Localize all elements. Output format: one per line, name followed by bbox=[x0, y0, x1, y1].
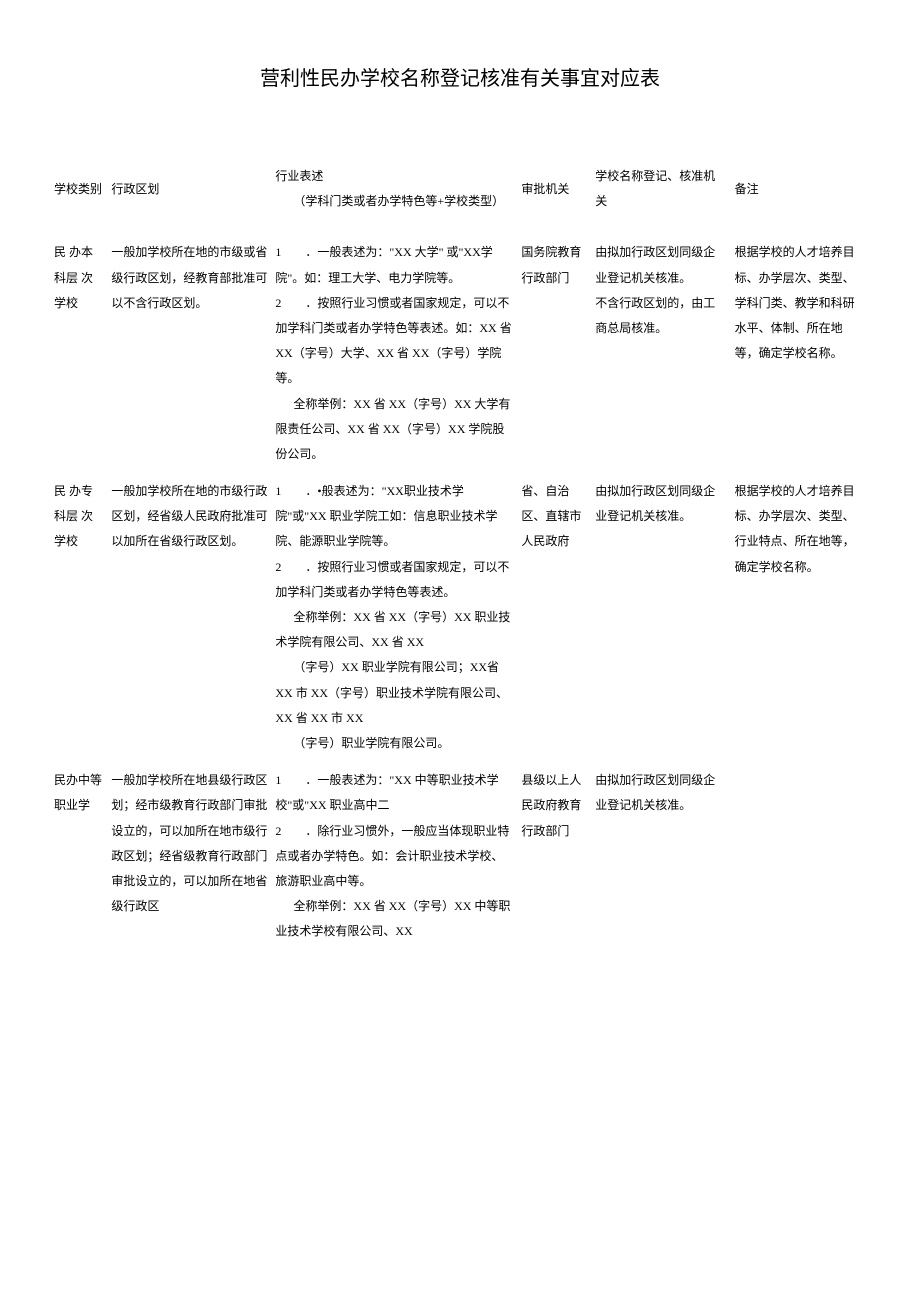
header-category: 学校类别 bbox=[50, 158, 107, 234]
cell-approval: 县级以上人民政府教育行政部门 bbox=[517, 762, 591, 950]
table-row: 民办中等职业学 一般加学校所在地县级行政区划；经市级教育行政部门审批设立的，可以… bbox=[50, 762, 870, 950]
cell-district: 一般加学校所在地县级行政区划；经市级教育行政部门审批设立的，可以加所在地市级行政… bbox=[107, 762, 271, 950]
table-row: 民 办专 科层 次学校 一般加学校所在地的市级行政区划，经省级人民政府批准可以加… bbox=[50, 473, 870, 762]
cell-category: 民 办本 科层 次学校 bbox=[50, 234, 107, 473]
cell-notes bbox=[731, 762, 870, 950]
header-approval: 审批机关 bbox=[517, 158, 591, 234]
cell-industry: 1．•般表述为："XX职业技术学院"或"XX 职业学院工如：信息职业技术学院、能… bbox=[271, 473, 517, 762]
correspondence-table: 学校类别 行政区划 行业表述 （学科门类或者办学特色等+学校类型） 审批机关 学… bbox=[50, 158, 870, 950]
cell-category: 民办中等职业学 bbox=[50, 762, 107, 950]
header-industry: 行业表述 （学科门类或者办学特色等+学校类型） bbox=[271, 158, 517, 234]
table-header-row: 学校类别 行政区划 行业表述 （学科门类或者办学特色等+学校类型） 审批机关 学… bbox=[50, 158, 870, 234]
table-row: 民 办本 科层 次学校 一般加学校所在地的市级或省级行政区划，经教育部批准可以不… bbox=[50, 234, 870, 473]
cell-district: 一般加学校所在地的市级行政区划，经省级人民政府批准可以加所在省级行政区划。 bbox=[107, 473, 271, 762]
header-notes: 备注 bbox=[731, 158, 870, 234]
cell-industry: 1．一般表述为："XX 大学" 或"XX学院"。如：理工大学、电力学院等。 2．… bbox=[271, 234, 517, 473]
cell-registration: 由拟加行政区划同级企业登记机关核准。 不含行政区划的，由工商总局核准。 bbox=[591, 234, 730, 473]
header-registration: 学校名称登记、核准机关 bbox=[591, 158, 730, 234]
header-district: 行政区划 bbox=[107, 158, 271, 234]
cell-approval: 省、自治区、直辖市人民政府 bbox=[517, 473, 591, 762]
cell-district: 一般加学校所在地的市级或省级行政区划，经教育部批准可以不含行政区划。 bbox=[107, 234, 271, 473]
cell-notes: 根据学校的人才培养目标、办学层次、类型、行业特点、所在地等，确定学校名称。 bbox=[731, 473, 870, 762]
cell-registration: 由拟加行政区划同级企业登记机关核准。 bbox=[591, 473, 730, 762]
cell-industry: 1．一般表述为："XX 中等职业技术学校"或"XX 职业高中二 2．除行业习惯外… bbox=[271, 762, 517, 950]
cell-category: 民 办专 科层 次学校 bbox=[50, 473, 107, 762]
cell-notes: 根据学校的人才培养目标、办学层次、类型、学科门类、教学和科研水平、体制、所在地等… bbox=[731, 234, 870, 473]
page-title: 营利性民办学校名称登记核准有关事宜对应表 bbox=[50, 60, 870, 98]
cell-approval: 国务院教育行政部门 bbox=[517, 234, 591, 473]
cell-registration: 由拟加行政区划同级企业登记机关核准。 bbox=[591, 762, 730, 950]
